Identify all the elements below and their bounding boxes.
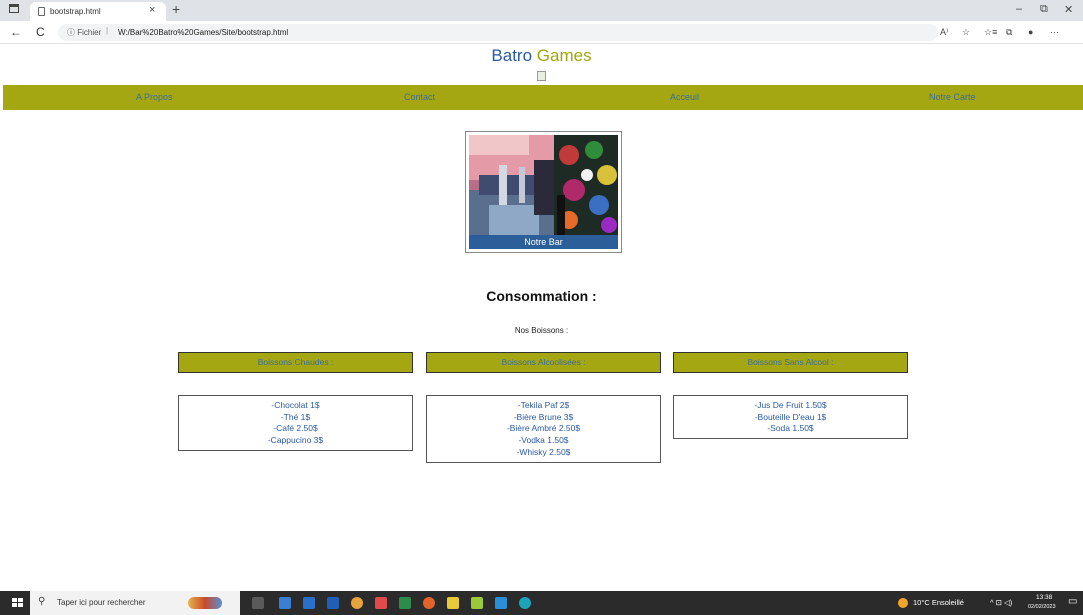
address-bar[interactable]: ⓘ Fichier | W:/Bar%20Batro%20Games/Site/… (58, 24, 938, 41)
search-icon: ⚲ (38, 596, 46, 607)
site-title: Batro Games (0, 46, 1083, 66)
list-item: -Bouteille D'eau 1$ (754, 411, 827, 422)
read-aloud-icon[interactable]: A⁾ (940, 27, 948, 38)
edge-browser-icon[interactable] (519, 597, 531, 609)
more-menu-icon[interactable]: ··· (1050, 27, 1059, 37)
windows-start-icon[interactable] (12, 598, 23, 608)
app-icon[interactable] (399, 597, 411, 609)
app-icon[interactable] (327, 597, 339, 609)
list-item: -Bière Ambré 2.50$ (506, 423, 581, 434)
close-window-button[interactable]: ✕ (1064, 3, 1073, 16)
site-navbar: A Propos Contact Acceuil Notre Carte (3, 85, 1083, 110)
app-icon[interactable] (471, 597, 483, 609)
tab-close-icon[interactable]: × (149, 4, 155, 16)
list-item: -Tekila Paf 2$ (517, 400, 570, 410)
app-icon[interactable] (351, 597, 363, 609)
taskbar-search[interactable]: ⚲ Taper ici pour rechercher (30, 591, 240, 615)
collections-icon[interactable]: ⧉ (1006, 27, 1012, 38)
search-placeholder: Taper ici pour rechercher (57, 598, 146, 607)
restore-button[interactable]: ⧉ (1040, 3, 1048, 16)
list-item: -Jus De Fruit 1.50$ (754, 400, 827, 410)
section-title: Consommation : (486, 288, 597, 304)
app-icon[interactable] (279, 597, 291, 609)
clock-date[interactable]: 02/02/2023 (1028, 604, 1056, 610)
system-tray-icons[interactable]: ^ ⊡ ◁) (990, 598, 1012, 607)
minimize-button[interactable]: – (1016, 3, 1022, 15)
task-view-icon[interactable] (252, 597, 264, 609)
list-item: -Whisky 2.50$ (516, 446, 571, 457)
alcoholic-drinks-list: -Tekila Paf 2$ -Bière Brune 3$ -Bière Am… (426, 395, 661, 463)
tab-title: bootstrap.html (50, 7, 101, 16)
list-item: -Chocolat 1$ (271, 400, 320, 410)
weather-text[interactable]: 10°C Ensoleillé (913, 598, 964, 607)
app-icon[interactable] (447, 597, 459, 609)
file-icon (38, 7, 45, 16)
nav-link-contact[interactable]: Contact (404, 92, 435, 102)
list-item: -Café 2.50$ (273, 423, 318, 434)
profile-icon[interactable]: ● (1028, 27, 1033, 37)
browser-tab-strip: bootstrap.html × + – ⧉ ✕ (0, 0, 1083, 21)
list-item: -Soda 1.50$ (767, 423, 814, 434)
hot-drinks-list: -Chocolat 1$ -Thé 1$ -Café 2.50$ -Cappuc… (178, 395, 413, 451)
browser-tab[interactable]: bootstrap.html × (30, 2, 166, 21)
new-tab-button[interactable]: + (172, 1, 180, 17)
bar-photo-card: Notre Bar (465, 131, 622, 253)
hot-drinks-button[interactable]: Boissons Chaudes : (178, 352, 413, 373)
search-highlight-icon (188, 597, 222, 609)
reload-button[interactable]: C (36, 25, 45, 39)
nav-link-notre-carte[interactable]: Notre Carte (929, 92, 976, 102)
bar-photo (469, 135, 618, 235)
nav-link-acceuil[interactable]: Acceuil (670, 92, 699, 102)
address-separator: | (106, 26, 109, 35)
app-icon[interactable] (495, 597, 507, 609)
list-item: -Thé 1$ (280, 411, 311, 422)
back-button[interactable]: ← (10, 25, 22, 39)
site-info-icon[interactable]: ⓘ Fichier (67, 27, 101, 38)
clock-time[interactable]: 13:38 (1036, 594, 1052, 601)
app-icon[interactable] (303, 597, 315, 609)
list-item: -Bière Brune 3$ (513, 411, 574, 422)
nav-link-a-propos[interactable]: A Propos (136, 92, 173, 102)
section-subtitle: Nos Boissons : (514, 326, 569, 335)
favorite-icon[interactable]: ☆ (962, 27, 970, 38)
soft-drinks-button[interactable]: Boissons Sans Alcool : (673, 352, 908, 373)
weather-icon (898, 598, 908, 608)
windows-taskbar: ⚲ Taper ici pour rechercher 10°C Ensolei… (0, 591, 1083, 615)
app-icon[interactable] (423, 597, 435, 609)
broken-image-icon (537, 71, 546, 81)
list-item: -Cappucino 3$ (267, 435, 324, 446)
brand-second-word: Games (536, 46, 592, 65)
list-item: -Vodka 1.50$ (518, 435, 569, 446)
soft-drinks-list: -Jus De Fruit 1.50$ -Bouteille D'eau 1$ … (673, 395, 908, 440)
url-text[interactable]: W:/Bar%20Batro%20Games/Site/bootstrap.ht… (118, 28, 288, 37)
notification-icon[interactable]: ▭ (1068, 596, 1077, 607)
brand-first-word: Batro (491, 46, 533, 65)
favorites-list-icon[interactable]: ☆≡ (984, 27, 997, 38)
address-bar-row: ← C ⓘ Fichier | W:/Bar%20Batro%20Games/S… (0, 21, 1083, 44)
tab-actions-icon[interactable] (9, 4, 19, 13)
photo-caption: Notre Bar (469, 235, 618, 249)
app-icon[interactable] (375, 597, 387, 609)
alcoholic-drinks-button[interactable]: Boissons Alcoolisées : (426, 352, 661, 373)
